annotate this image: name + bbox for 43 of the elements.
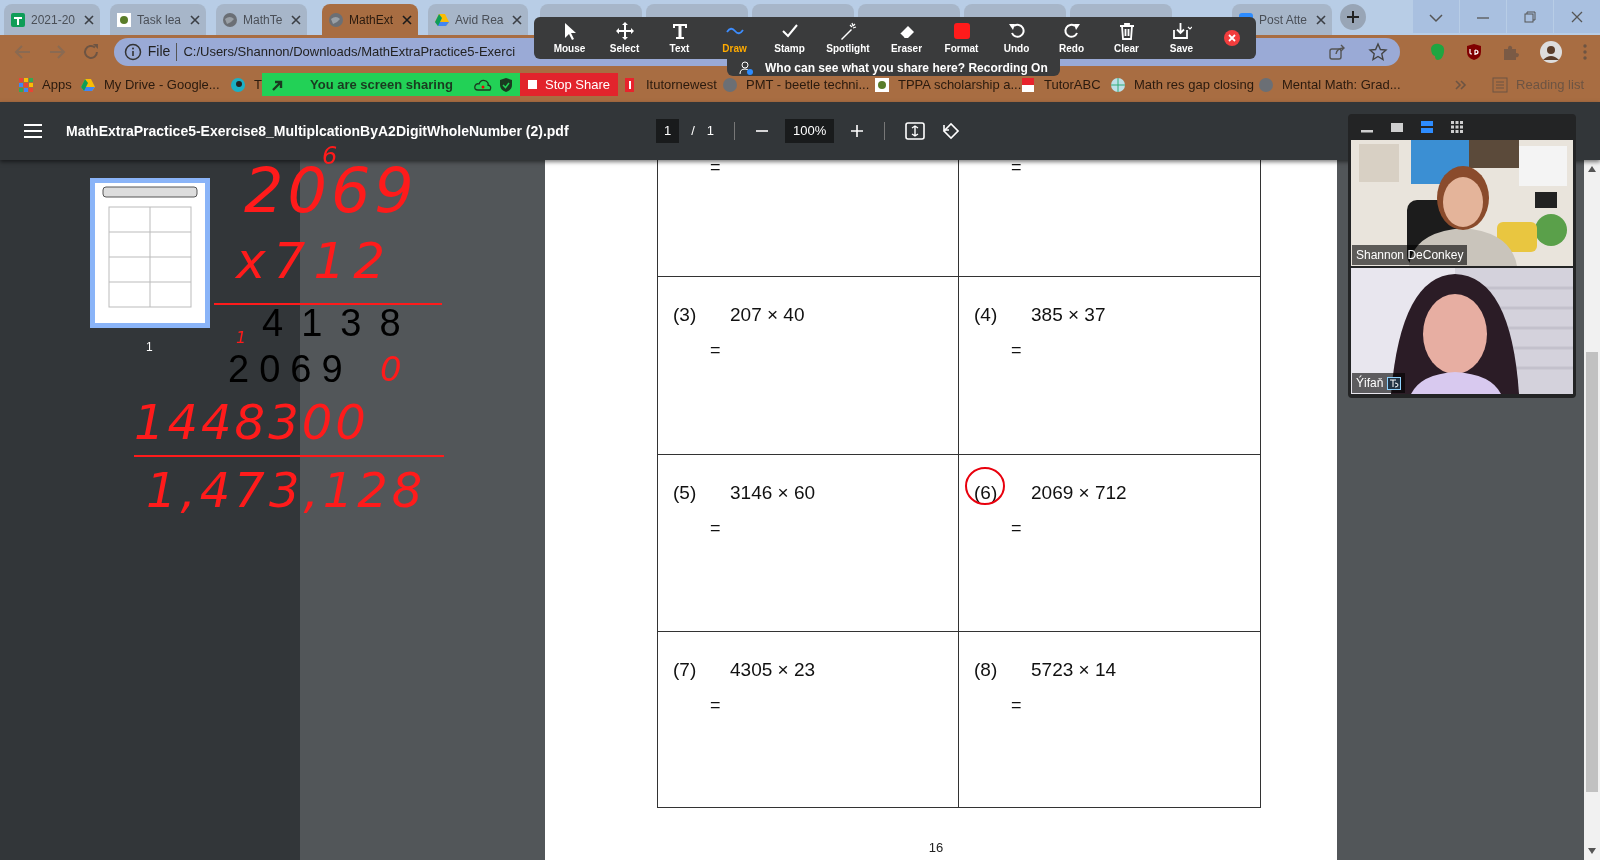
problem-number: (7)	[673, 658, 697, 682]
page-count: 1	[706, 122, 715, 141]
problem-number: (8)	[974, 658, 998, 682]
problem-number: (5)	[673, 481, 697, 505]
participant-name: Ýifaň	[1356, 374, 1384, 392]
tab-title: MathTe	[243, 11, 284, 29]
tab-title: Post Atte	[1259, 11, 1309, 29]
equals-sign: =	[1011, 156, 1022, 179]
tab-title: 2021-20	[31, 11, 77, 29]
equals-sign: =	[1011, 339, 1022, 362]
handwritten-number: x712	[236, 236, 394, 286]
sharing-message: You are screen sharing	[310, 75, 453, 94]
handwritten-number: 1448300	[134, 398, 369, 446]
equals-sign: =	[710, 156, 721, 179]
problem-expression: 2069 × 712	[1031, 481, 1127, 505]
problem-expression: 5723 × 14	[1031, 658, 1117, 682]
problem-expression: 385 × 37	[1031, 303, 1106, 327]
typed-number: 4138	[262, 304, 419, 342]
equals-sign: =	[1011, 517, 1022, 540]
problem-number: (3)	[673, 303, 697, 327]
problem-expression: 4305 × 23	[730, 658, 816, 682]
url-scheme: File	[147, 42, 171, 61]
page-number: 16	[928, 839, 944, 857]
tab-title: Task lea	[137, 11, 183, 29]
tab-title: Avid Rea	[455, 11, 505, 29]
problem-number: (4)	[974, 303, 998, 327]
problem-expression: 207 × 40	[730, 303, 805, 327]
equals-sign: =	[1011, 694, 1022, 717]
participant-name: Shannon DeConkey	[1356, 247, 1464, 264]
url-text: C:/Users/Shannon/Downloads/MathExtraPractice5-Exerci	[183, 42, 515, 61]
handwritten-number: 1	[236, 330, 247, 346]
page-separator: /	[691, 122, 695, 141]
equals-sign: =	[710, 339, 721, 362]
problem-expression: 3146 × 60	[730, 481, 816, 505]
handwritten-number: 0	[380, 352, 402, 386]
document-title: MathExtraPractice5-Exercise8_MultiplcationByA2DigitWholeNumber (2).pdf	[66, 121, 570, 141]
equals-sign: =	[710, 517, 721, 540]
problem-number: (6)	[974, 481, 998, 505]
handwritten-number: 1,473,128	[146, 466, 427, 514]
tab-title: MathExt	[349, 11, 394, 29]
equals-sign: =	[710, 694, 721, 717]
typed-number: 2069	[228, 350, 353, 388]
page-label: 1	[146, 339, 153, 356]
